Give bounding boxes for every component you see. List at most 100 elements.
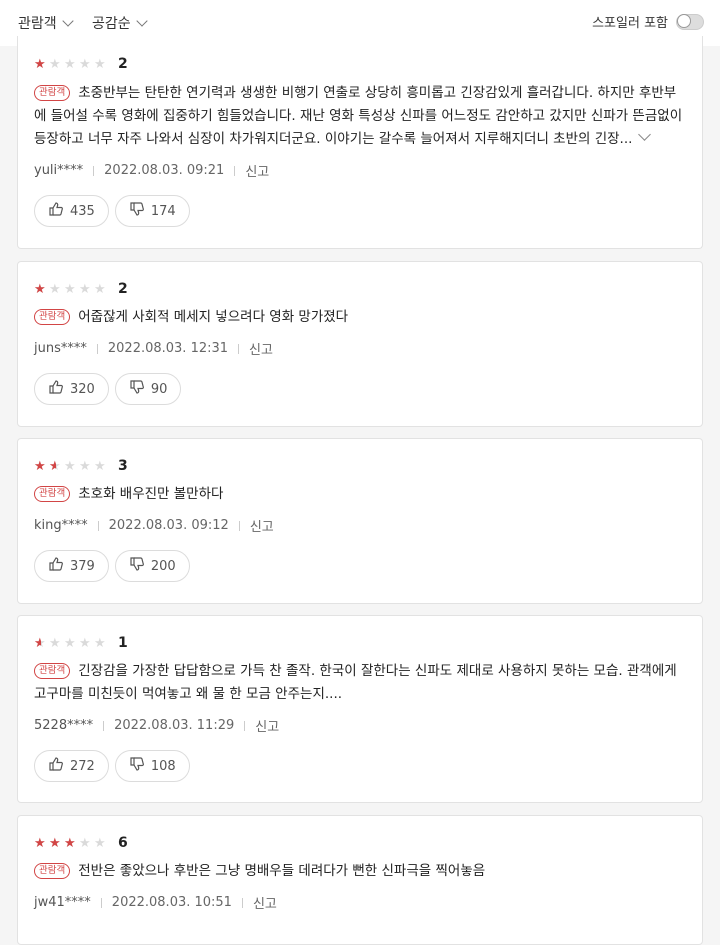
- star-icon: ★ ★: [34, 635, 46, 651]
- thumbs-down-icon: [129, 756, 145, 776]
- review-text-block: 관람객 전반은 좋았으나 후반은 그냥 명배우들 데려다가 뻔한 신파극을 찍어놓…: [34, 860, 686, 883]
- review-text-block: 관람객 초중반부는 탄탄한 연기력과 생생한 비행기 연출로 상당히 흥미롭고 긴…: [34, 82, 686, 151]
- divider: [97, 520, 99, 531]
- reaction-buttons: 435 174: [34, 195, 190, 227]
- review-text-block: 관람객 어줍잖게 사회적 메세지 넣으려다 영화 망가졌다: [34, 306, 686, 329]
- rating: ★ ★ ★ ★ ★ ★ 2: [34, 281, 128, 297]
- report-link[interactable]: 신고: [250, 516, 274, 535]
- review-text: 초호화 배우진만 볼만하다: [78, 486, 224, 502]
- review-date: 2022.08.03. 09:12: [108, 518, 229, 533]
- star-icon: ★: [49, 281, 61, 297]
- star-icon: ★ ★: [34, 835, 46, 851]
- chevron-down-icon: [135, 15, 148, 27]
- divider: [234, 165, 236, 176]
- review-meta: 5228**** 2022.08.03. 11:29 신고: [34, 716, 279, 735]
- star-rating: ★ ★ ★ ★ ★ ★ ★: [34, 460, 108, 473]
- audience-badge: 관람객: [34, 85, 71, 101]
- expand-chevron-icon[interactable]: [638, 128, 652, 141]
- star-icon: ★ ★: [49, 835, 61, 851]
- dislike-count: 200: [150, 558, 176, 574]
- username: juns****: [34, 341, 87, 356]
- thumbs-up-icon: [48, 379, 64, 399]
- star-icon: ★: [79, 835, 91, 851]
- star-icon: ★: [64, 635, 76, 651]
- dislike-button[interactable]: 108: [114, 750, 190, 782]
- star-icon: ★: [64, 458, 76, 474]
- thumbs-up-icon: [48, 556, 64, 576]
- star-icon: ★: [49, 635, 61, 651]
- rating: ★ ★ ★ ★ ★ ★ 2: [34, 56, 128, 72]
- spoiler-toggle[interactable]: [676, 13, 704, 30]
- report-link[interactable]: 신고: [249, 339, 273, 358]
- divider: [241, 897, 243, 908]
- sort-label: 공감순: [92, 16, 131, 32]
- reaction-buttons: 272 108: [34, 750, 190, 782]
- like-count: 272: [70, 758, 95, 774]
- thumbs-up-icon: [48, 756, 64, 776]
- reaction-buttons: 320 90: [34, 373, 182, 405]
- star-icon: ★ ★: [49, 458, 61, 474]
- sort-dropdown[interactable]: 공감순: [92, 13, 148, 33]
- dislike-button[interactable]: 200: [114, 550, 190, 582]
- report-link[interactable]: 신고: [245, 161, 269, 180]
- rating-score: 2: [118, 56, 128, 72]
- report-link[interactable]: 신고: [255, 716, 279, 735]
- review-meta: juns**** 2022.08.03. 12:31 신고: [34, 339, 273, 358]
- rating-score: 6: [118, 835, 128, 851]
- review-meta: jw41**** 2022.08.03. 10:51 신고: [34, 893, 277, 912]
- divider: [238, 343, 240, 354]
- star-icon: ★: [64, 281, 76, 297]
- reaction-buttons: 379 200: [34, 550, 190, 582]
- spoiler-label: 스포일러 포함: [592, 16, 668, 31]
- like-count: 379: [70, 558, 95, 574]
- thumbs-down-icon: [129, 201, 145, 221]
- audience-badge: 관람객: [34, 863, 71, 879]
- review-card: ★ ★ ★ ★ ★ ★ ★ ★ 6 관람객 전반은 좋았으나 후반은 그냥 명배우들 데려다가 …: [17, 815, 703, 945]
- star-icon: ★ ★: [34, 56, 46, 72]
- review-date: 2022.08.03. 11:29: [114, 718, 235, 733]
- star-icon: ★: [94, 458, 106, 474]
- divider: [96, 343, 98, 354]
- like-button[interactable]: 272: [34, 750, 109, 782]
- divider: [100, 897, 102, 908]
- audience-badge: 관람객: [34, 309, 71, 325]
- like-button[interactable]: 320: [34, 373, 109, 405]
- like-count: 320: [70, 381, 95, 397]
- star-icon: ★: [94, 56, 106, 72]
- review-date: 2022.08.03. 12:31: [107, 341, 229, 356]
- star-icon: ★ ★: [34, 281, 46, 297]
- dislike-count: 108: [150, 758, 176, 774]
- review-meta: yuli**** 2022.08.03. 09:21 신고: [34, 161, 269, 180]
- username: 5228****: [34, 718, 94, 733]
- rating-score: 1: [118, 635, 128, 651]
- star-rating: ★ ★ ★ ★ ★ ★: [34, 58, 108, 71]
- like-button[interactable]: 435: [34, 195, 109, 227]
- dislike-button[interactable]: 90: [114, 373, 182, 405]
- star-icon: ★: [79, 56, 91, 72]
- star-icon: ★: [79, 458, 91, 474]
- star-rating: ★ ★ ★ ★ ★ ★ ★ ★: [34, 837, 108, 850]
- review-date: 2022.08.03. 09:21: [104, 163, 225, 178]
- username: jw41****: [34, 895, 91, 910]
- review-text: 전반은 좋았으나 후반은 그냥 명배우들 데려다가 뻔한 신파극을 찍어놓음: [78, 863, 486, 879]
- review-text-block: 관람객 초호화 배우진만 볼만하다: [34, 483, 686, 506]
- like-button[interactable]: 379: [34, 550, 109, 582]
- review-text: 초중반부는 탄탄한 연기력과 생생한 비행기 연출로 상당히 흥미롭고 긴장감있…: [34, 85, 683, 147]
- dislike-button[interactable]: 174: [114, 195, 190, 227]
- audience-badge: 관람객: [34, 663, 71, 679]
- review-text-block: 관람객 긴장감을 가장한 답답함으로 가득 찬 졸작. 한국이 잘한다는 신파도 …: [34, 660, 686, 706]
- star-rating: ★ ★ ★ ★ ★ ★: [34, 283, 108, 296]
- audience-filter-label: 관람객: [18, 16, 57, 32]
- rating: ★ ★ ★ ★ ★ ★ ★ ★ 6: [34, 835, 128, 851]
- star-rating: ★ ★ ★ ★ ★ ★: [34, 637, 108, 650]
- audience-filter-dropdown[interactable]: 관람객: [18, 13, 74, 33]
- thumbs-up-icon: [48, 201, 64, 221]
- star-icon: ★: [49, 56, 61, 72]
- divider: [244, 720, 246, 731]
- review-card: ★ ★ ★ ★ ★ ★ 2 관람객 초중반부는 탄탄한 연기력과 생생한 비행기 연출로 상…: [17, 36, 703, 249]
- chevron-down-icon: [61, 15, 74, 27]
- report-link[interactable]: 신고: [253, 893, 277, 912]
- username: yuli****: [34, 163, 84, 178]
- divider: [93, 165, 95, 176]
- star-icon: ★: [64, 56, 76, 72]
